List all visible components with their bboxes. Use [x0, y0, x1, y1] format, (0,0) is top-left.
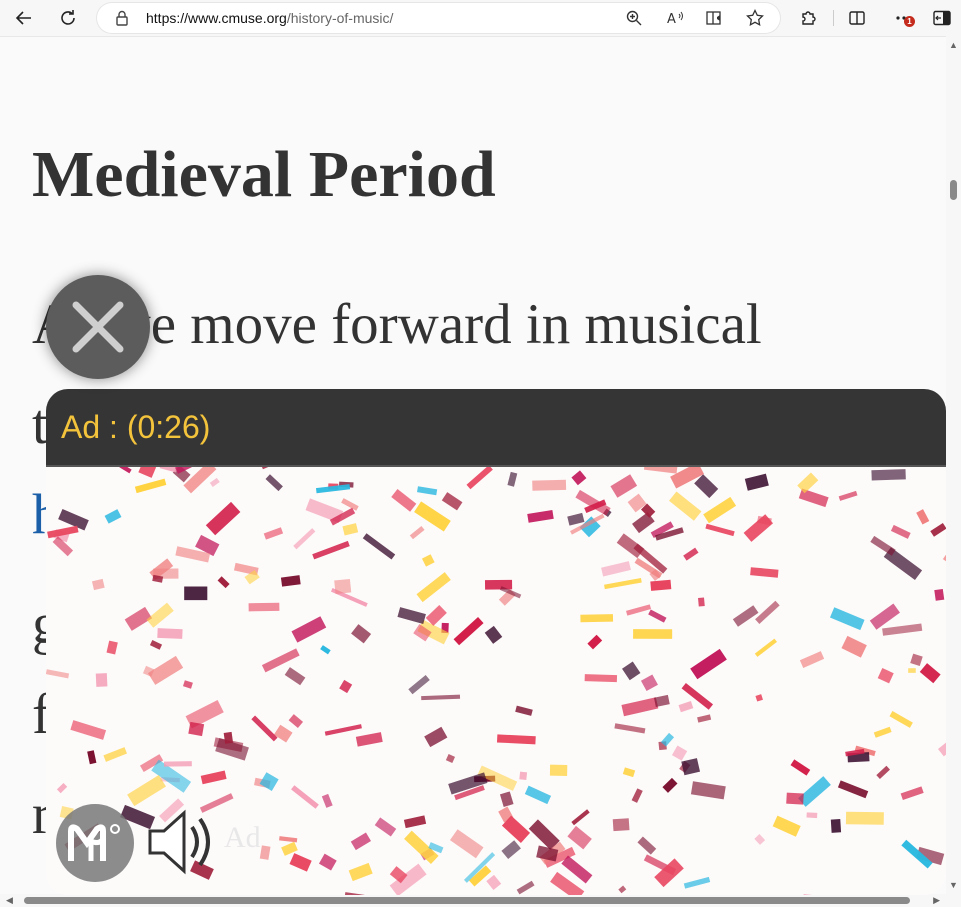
- scroll-down-icon[interactable]: ▼: [949, 880, 958, 890]
- ad-brand-logo-icon[interactable]: [56, 804, 134, 882]
- extensions-icon[interactable]: [795, 4, 823, 32]
- web-page: Medieval Period As we move forward in mu…: [0, 36, 946, 895]
- immersive-reader-icon[interactable]: [704, 7, 726, 29]
- ad-header-bar: Ad : (0:26): [46, 389, 946, 467]
- confetti-piece: [806, 812, 818, 819]
- video-ad-overlay[interactable]: Ad : (0:26) Ad: [46, 389, 946, 895]
- confetti-piece: [184, 586, 208, 601]
- url-text[interactable]: https://www.cmuse.org/history-of-music/: [146, 10, 393, 26]
- confetti-piece: [934, 588, 945, 601]
- refresh-icon[interactable]: [54, 4, 82, 32]
- confetti-piece: [584, 674, 618, 683]
- confetti-piece: [633, 629, 673, 639]
- page-title: Medieval Period: [32, 138, 496, 211]
- vertical-scroll-thumb[interactable]: [950, 180, 957, 200]
- confetti-piece: [871, 469, 906, 481]
- vertical-scrollbar[interactable]: ▲ ▼: [946, 36, 961, 894]
- confetti-piece: [157, 628, 183, 639]
- confetti-piece: [845, 811, 884, 825]
- lock-icon[interactable]: [115, 10, 129, 31]
- confetti-piece: [223, 731, 234, 744]
- zoom-icon[interactable]: [623, 7, 645, 29]
- confetti-piece: [650, 579, 672, 591]
- split-screen-icon[interactable]: [843, 4, 871, 32]
- sidebar-icon[interactable]: [928, 4, 956, 32]
- confetti-piece: [95, 673, 108, 687]
- scroll-up-icon[interactable]: ▲: [949, 40, 958, 50]
- confetti-piece: [484, 579, 513, 590]
- svg-text:A: A: [667, 12, 676, 26]
- confetti-piece: [698, 597, 705, 607]
- confetti-piece: [908, 668, 916, 673]
- close-icon: [72, 301, 124, 353]
- toolbar-divider: [833, 10, 834, 26]
- confetti-piece: [248, 602, 280, 612]
- notification-badge: 1: [904, 16, 915, 27]
- read-aloud-icon[interactable]: A: [665, 7, 687, 29]
- browser-toolbar: https://www.cmuse.org/history-of-music/ …: [0, 0, 961, 36]
- confetti-piece: [786, 792, 804, 805]
- confetti-piece: [612, 818, 630, 832]
- confetti-piece: [580, 614, 614, 623]
- ad-timer: Ad : (0:26): [61, 409, 211, 445]
- confetti-piece: [532, 479, 567, 491]
- favorite-star-icon[interactable]: [744, 7, 766, 29]
- scroll-left-icon[interactable]: ◀: [6, 895, 13, 906]
- ad-label: Ad: [224, 821, 261, 854]
- confetti-piece: [188, 721, 205, 737]
- ad-close-button[interactable]: [46, 275, 150, 379]
- scroll-right-icon[interactable]: ▶: [933, 895, 940, 906]
- confetti-piece: [549, 764, 568, 776]
- confetti-piece: [830, 819, 842, 833]
- confetti-piece: [163, 761, 192, 767]
- confetti-piece: [519, 771, 528, 780]
- horizontal-scrollbar[interactable]: ◀ ▶: [0, 894, 946, 907]
- back-arrow-icon[interactable]: [10, 4, 38, 32]
- horizontal-scroll-thumb[interactable]: [24, 897, 910, 904]
- address-bar[interactable]: https://www.cmuse.org/history-of-music/ …: [97, 3, 780, 33]
- confetti-piece: [334, 578, 352, 594]
- speaker-icon[interactable]: [146, 807, 214, 882]
